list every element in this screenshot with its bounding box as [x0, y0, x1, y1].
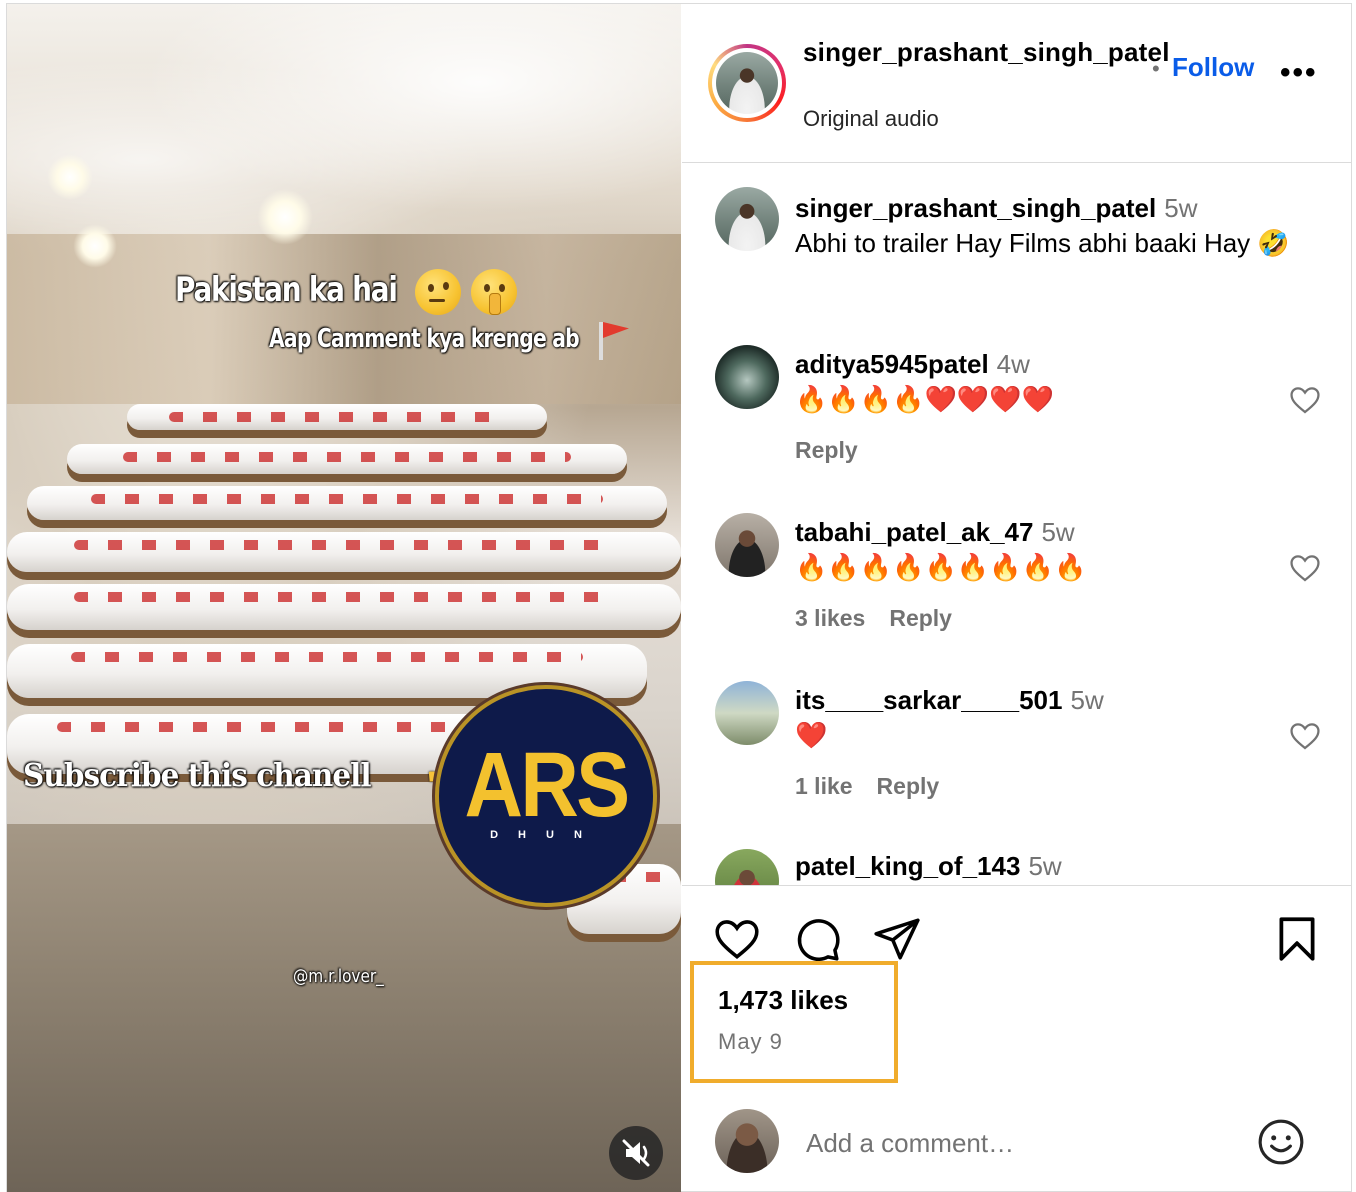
comment-likes-count[interactable]: 1 like: [795, 773, 853, 799]
video-lamp: [73, 224, 117, 268]
emoji-smile-icon[interactable]: [1256, 1117, 1306, 1167]
commenter-avatar[interactable]: [715, 849, 779, 885]
video-row: [7, 532, 681, 572]
comment-text: 🔥🔥🔥🔥🔥🔥🔥🔥🔥: [795, 552, 1087, 582]
add-comment-bar: [682, 1100, 1352, 1192]
audio-subtitle[interactable]: Original audio: [803, 106, 939, 132]
comment-time: 4w: [996, 349, 1030, 379]
logo-main-text: ARS: [464, 734, 630, 836]
share-paper-plane-icon[interactable]: [872, 914, 922, 964]
post-header: singer_prashant_singh_patel • Follow •••…: [682, 4, 1352, 163]
comment-time: 5w: [1041, 517, 1075, 547]
comment-like-heart-icon[interactable]: [1288, 719, 1322, 753]
like-heart-icon[interactable]: [712, 914, 762, 964]
header-separator: •: [1152, 56, 1160, 81]
video-lamp: [47, 154, 93, 200]
likes-count[interactable]: 1,473 likes: [718, 985, 848, 1016]
comment-like-heart-icon[interactable]: [1288, 551, 1322, 585]
follow-button[interactable]: Follow: [1172, 52, 1254, 83]
red-flag-emoji: [599, 322, 603, 360]
comment-time: 5w: [1164, 193, 1198, 223]
commenter-username[interactable]: its____sarkar____501: [795, 685, 1062, 715]
comment-text: ❤️: [795, 720, 828, 750]
reply-button[interactable]: Reply: [877, 773, 940, 799]
video-lamp: [257, 189, 313, 245]
comment-like-heart-icon[interactable]: [1288, 383, 1322, 417]
comment-text: Abhi to trailer Hay Films abhi baaki Hay…: [795, 228, 1290, 258]
comment-time: 5w: [1028, 851, 1062, 881]
comment-likes-count[interactable]: 3 likes: [795, 605, 865, 631]
save-bookmark-icon[interactable]: [1272, 914, 1322, 964]
overlay-caption-line2: Aap Camment kya krenge ab: [269, 324, 580, 354]
video-row: [27, 486, 667, 520]
reply-button[interactable]: Reply: [795, 437, 858, 463]
overlay-caption-line1: Pakistan ka hai: [175, 270, 398, 310]
add-comment-input[interactable]: [804, 1122, 1228, 1164]
author-username[interactable]: singer_prashant_singh_patel: [803, 34, 1169, 70]
video-row: [127, 404, 547, 430]
commenter-username[interactable]: aditya5945patel: [795, 349, 989, 379]
commenter-avatar[interactable]: [715, 187, 779, 251]
post-date[interactable]: May 9: [718, 1029, 783, 1055]
likes-highlight-box: 1,473 likes May 9: [690, 961, 898, 1083]
comment-text: 🔥🔥🔥🔥❤️❤️❤️❤️: [795, 384, 1054, 414]
commenter-avatar[interactable]: [715, 345, 779, 409]
comment-time: 5w: [1070, 685, 1104, 715]
overlay-watermark: @m.r.lover_: [293, 966, 384, 987]
channel-logo: ARS DHUN: [435, 685, 657, 907]
commenter-username[interactable]: patel_king_of_143: [795, 851, 1020, 881]
muted-speaker-icon: [622, 1139, 650, 1167]
overlay-subscribe-text: Subscribe this chanell: [23, 756, 372, 794]
author-avatar[interactable]: [708, 44, 786, 122]
mute-toggle-button[interactable]: [609, 1126, 663, 1180]
video-ceiling-drape: [7, 4, 681, 264]
commenter-avatar[interactable]: [715, 513, 779, 577]
thinking-face-emoji: [415, 269, 461, 315]
comment-bubble-icon[interactable]: [792, 914, 842, 964]
commenter-username[interactable]: singer_prashant_singh_patel: [795, 193, 1156, 223]
post-actions: 1,473 likes May 9: [682, 885, 1352, 1100]
shushing-face-emoji: [471, 269, 517, 315]
logo-sub-text: DHUN: [490, 829, 602, 841]
commenter-username[interactable]: tabahi_patel_ak_47: [795, 517, 1033, 547]
post-video[interactable]: Pakistan ka hai Aap Camment kya krenge a…: [7, 4, 681, 1192]
more-options-icon[interactable]: •••: [1280, 56, 1318, 90]
video-row: [7, 584, 681, 630]
comments-list[interactable]: singer_prashant_singh_patel 5w Abhi to tr…: [682, 163, 1352, 885]
reply-button[interactable]: Reply: [889, 605, 952, 631]
video-row: [67, 444, 627, 474]
commenter-avatar[interactable]: [715, 681, 779, 745]
current-user-avatar: [715, 1109, 779, 1173]
